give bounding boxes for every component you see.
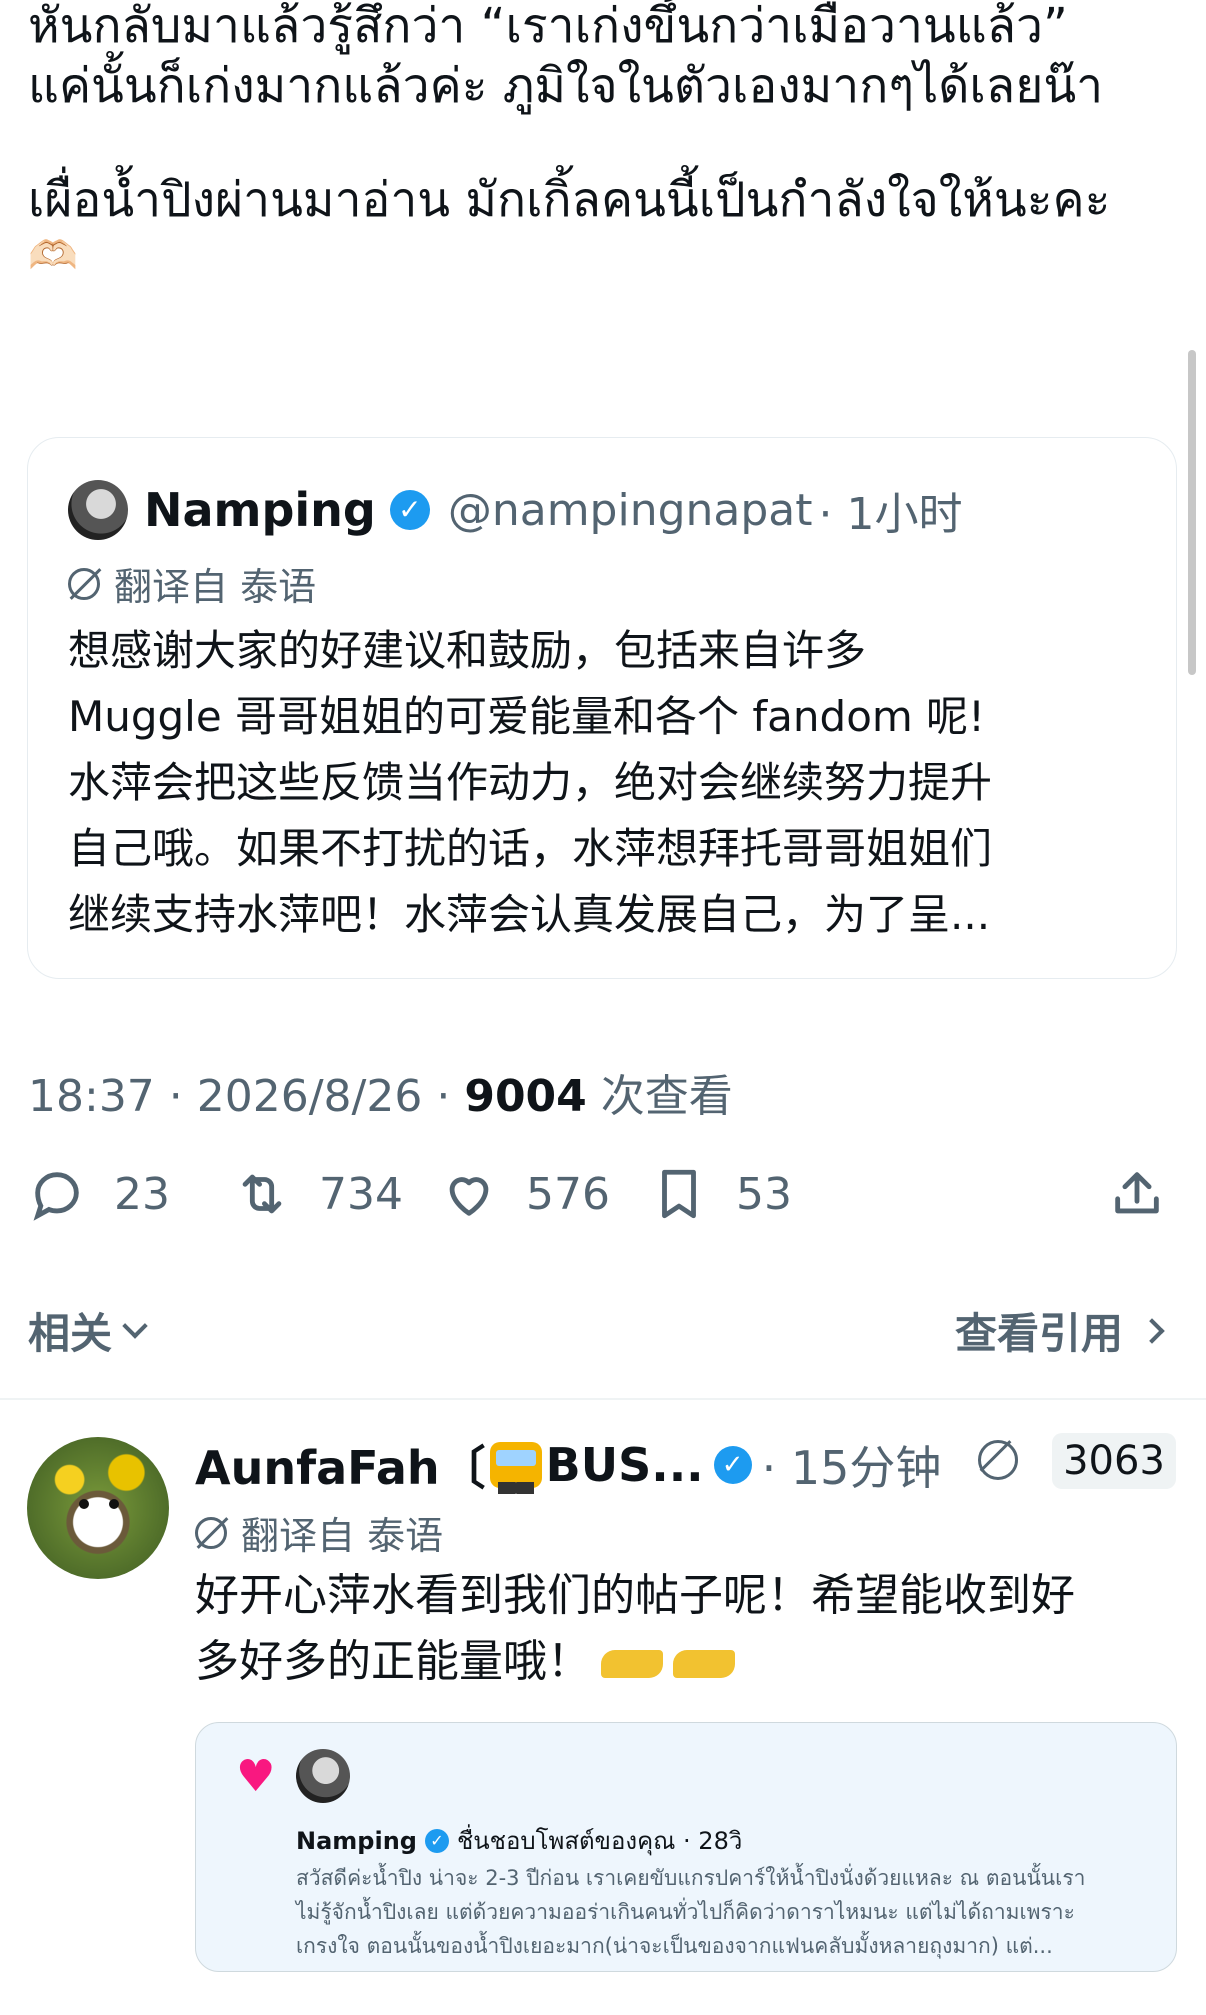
post-timestamp: 18:37 · 2026/8/26 · <box>28 1071 465 1122</box>
reply-text-line-2: 多好多的正能量哦！ <box>195 1629 1175 1695</box>
quoted-text-line: 水萍会把这些反馈当作动力，绝对会继续努力提升 <box>68 758 993 807</box>
view-quotes-label: 查看引用 <box>954 1309 1123 1358</box>
heart-icon <box>449 1177 489 1216</box>
embed-line: เกรงใจ ตอนนั้นของน้ำปิงเยอะมาก(น่าจะเป็น… <box>296 1934 1053 1958</box>
view-quotes-link[interactable]: 查看引用 <box>954 1300 1165 1361</box>
quote-icon[interactable] <box>978 1440 1018 1480</box>
avatar[interactable] <box>68 480 128 540</box>
embed-line: ไม่รู้จักน้ำปิงเลย แต่ด้วยความออร่าเกินค… <box>296 1900 1075 1924</box>
quoted-author-name[interactable]: Namping <box>144 483 376 537</box>
embed-meta: ชื่นชอบโพสต์ของคุณ · 28วิ <box>456 1827 743 1855</box>
translated-label[interactable]: 翻译自 泰语 <box>68 556 316 611</box>
heart-icon: ♥ <box>236 1751 276 1802</box>
reply-author-name[interactable]: AunfaFah〔 <box>195 1432 486 1498</box>
reply-icon <box>33 1172 79 1221</box>
embed-body: สวัสดีค่ะน้ำปิง น่าจะ 2-3 ปีก่อน เราเคยข… <box>296 1861 1156 1963</box>
quoted-tweet-text: 想感谢大家的好建议和鼓励，包括来自许多 Muggle 哥哥姐姐的可爱能量和各个 … <box>68 618 1148 948</box>
bookmark-icon <box>662 1169 696 1219</box>
quote-count-badge[interactable]: 3063 <box>1052 1433 1176 1489</box>
reply-header: AunfaFah〔 BUS... ✓ · 15分钟 <box>195 1432 941 1498</box>
verified-badge-icon: ✓ <box>389 490 430 530</box>
quoted-time: · 1小时 <box>818 489 963 540</box>
reply-author-name-suffix[interactable]: BUS... <box>546 1438 704 1492</box>
post-text-line-3: เผื่อน้ำปิงผ่านมาอ่าน มักเกิ้ลคนนี้เป็นก… <box>28 172 1111 228</box>
verified-badge-icon: ✓ <box>713 1446 752 1484</box>
views-label: 次查看 <box>586 1071 733 1122</box>
share-icon <box>1115 1172 1159 1214</box>
reply-text-line: 多好多的正能量哦！ <box>195 1636 591 1687</box>
quoted-text-line: 想感谢大家的好建议和鼓励，包括来自许多 <box>68 626 867 675</box>
like-count: 576 <box>526 1168 610 1220</box>
embed-line: สวัสดีค่ะน้ำปิง น่าจะ 2-3 ปีก่อน เราเคยข… <box>296 1866 1086 1890</box>
divider <box>0 1398 1206 1400</box>
post-text-line-1: หันกลับมาแล้วรู้สึกว่า “เราเก่งขึ้นกว่าเ… <box>28 0 1068 54</box>
post-text-line-2: แค่นั้นก็เก่งมากแล้วค่ะ ภูมิใจในตัวเองมา… <box>28 58 1104 114</box>
avatar <box>296 1749 350 1803</box>
embedded-image-card[interactable]: ♥ Namping ✓ ชื่นชอบโพสต์ของคุณ · 28วิ สว… <box>195 1722 1177 1972</box>
verified-badge-icon: ✓ <box>424 1828 449 1853</box>
bus-emoji-icon <box>489 1442 542 1494</box>
quoted-text-line: Muggle 哥哥姐姐的可爱能量和各个 fandom 呢! <box>68 692 985 741</box>
retweet-icon <box>242 1174 282 1214</box>
like-button[interactable]: 576 <box>440 1165 610 1223</box>
quoted-text-line: 继续支持水萍吧！水萍会认真发展自己，为了呈... <box>68 890 991 939</box>
pointing-hand-icon <box>601 1650 663 1678</box>
avatar-eye <box>79 1499 89 1509</box>
reply-count: 23 <box>114 1168 170 1220</box>
reply-text: 好开心萍水看到我们的帖子呢！希望能收到好 多好多的正能量哦！ <box>195 1563 1175 1695</box>
view-count: 9004 <box>464 1071 587 1122</box>
heart-hands-emoji: 🫶🏻 <box>28 233 78 279</box>
bookmark-count: 53 <box>736 1168 792 1220</box>
share-button[interactable] <box>1108 1165 1194 1223</box>
translate-icon <box>68 567 100 600</box>
related-dropdown[interactable]: 相关 <box>28 1300 148 1361</box>
chevron-down-icon <box>122 1312 148 1339</box>
embed-header: Namping ✓ ชื่นชอบโพสต์ของคุณ · 28วิ <box>296 1821 742 1860</box>
translated-label-text: 翻译自 泰语 <box>114 565 317 609</box>
quoted-author-handle[interactable]: @nampingnapat <box>448 485 813 536</box>
reply-button[interactable]: 23 <box>28 1165 170 1223</box>
translate-icon <box>195 1516 227 1549</box>
bookmark-button[interactable]: 53 <box>650 1165 792 1223</box>
reply-text-line: 好开心萍水看到我们的帖子呢！希望能收到好 <box>195 1570 1075 1621</box>
quoted-tweet-header: Namping ✓ @nampingnapat · 1小时 <box>68 478 963 542</box>
retweet-button[interactable]: 734 <box>233 1165 403 1223</box>
related-label: 相关 <box>28 1309 113 1358</box>
pointing-hand-icon <box>673 1650 735 1678</box>
chevron-right-icon <box>1139 1317 1165 1344</box>
avatar-eye <box>109 1499 119 1509</box>
quoted-text-line: 自己哦。如果不打扰的话，水萍想拜托哥哥姐姐们 <box>68 824 993 873</box>
post-meta: 18:37 · 2026/8/26 · 9004 次查看 <box>28 1060 733 1124</box>
action-bar: 23 734 576 53 <box>28 1165 1173 1235</box>
retweet-count: 734 <box>319 1168 403 1220</box>
reply-time: · 15分钟 <box>761 1441 942 1495</box>
reply-translated-text: 翻译自 泰语 <box>241 1514 444 1558</box>
embed-author-name: Namping <box>296 1826 417 1855</box>
quoted-tweet-card[interactable]: Namping ✓ @nampingnapat · 1小时 翻译自 泰语 想感谢… <box>27 437 1177 979</box>
scrollbar[interactable] <box>1188 350 1196 675</box>
reply-translated-label[interactable]: 翻译自 泰语 <box>195 1505 443 1560</box>
reply-avatar[interactable] <box>27 1437 169 1579</box>
